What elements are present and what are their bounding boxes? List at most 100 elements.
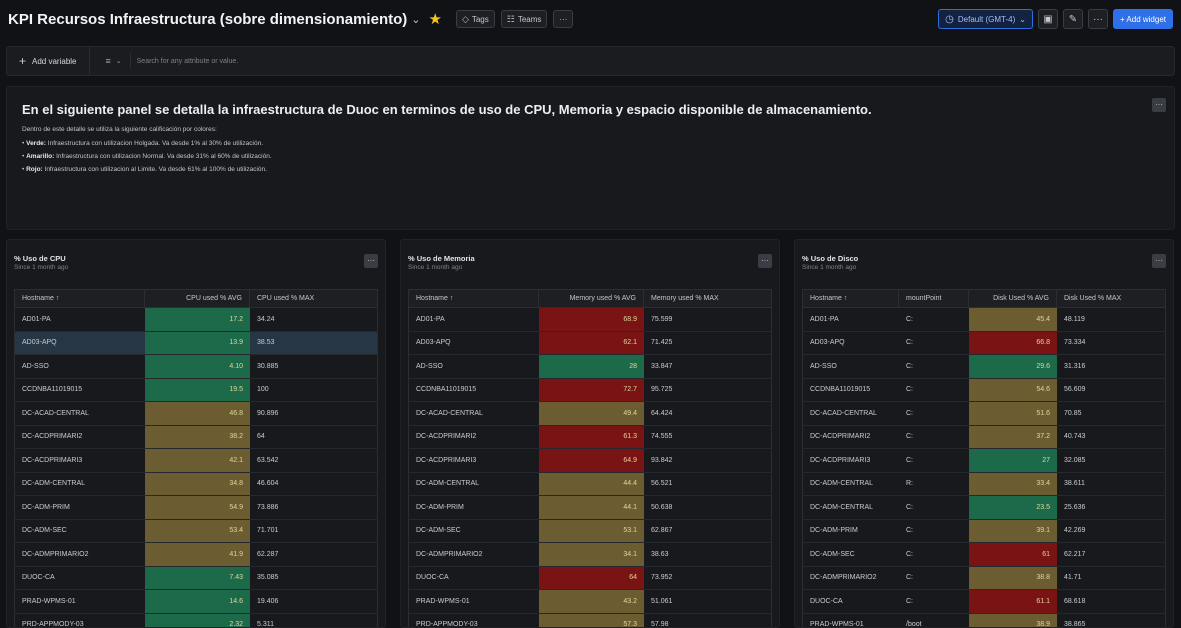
table-row[interactable]: DC-ADMPRIMARIO2 C: 38.8 41.71 — [802, 566, 1166, 590]
cell-avg-green: 19.5 — [145, 378, 250, 401]
cell-avg-amber: 37.2 — [969, 425, 1057, 448]
table-row[interactable]: PRAD-WPMS-01 43.2 51.061 — [408, 590, 772, 614]
table-row[interactable]: DC-ADM-PRIM 44.1 50.638 — [408, 496, 772, 520]
info-item-green: • Verde: Infraestructura con utilizacion… — [22, 140, 264, 147]
info-item-text: Infraestructura con utilizacion Holgada.… — [47, 140, 264, 147]
panel-menu-button[interactable]: ··· — [1152, 254, 1166, 268]
info-panel-menu-button[interactable]: ··· — [1152, 98, 1166, 112]
cell-avg-red: 61.1 — [969, 590, 1057, 613]
header-more-button[interactable]: ··· — [553, 10, 574, 28]
title-chevron-down-icon[interactable]: ⌄ — [411, 13, 420, 26]
column-header-max[interactable]: Memory used % MAX — [644, 290, 771, 307]
memory-usage-panel: % Uso de Memoria Since 1 month ago ··· H… — [400, 239, 780, 628]
info-intro: Dentro de este detalle se utiliza la sig… — [22, 126, 217, 133]
table-row[interactable]: DC-ACDPRIMARI2 C: 37.2 40.743 — [802, 425, 1166, 449]
table-row[interactable]: DC-ACDPRIMARI2 61.3 74.555 — [408, 425, 772, 449]
table-row[interactable]: DC-ACAD-CENTRAL 49.4 64.424 — [408, 402, 772, 426]
cell-avg-red: 72.7 — [539, 378, 644, 401]
timezone-selector[interactable]: ◷ Default (GMT-4) ⌄ — [938, 9, 1033, 29]
column-header-avg[interactable]: Memory used % AVG — [539, 290, 644, 307]
filter-icon: ≡ — [105, 55, 111, 66]
tv-mode-button[interactable]: ▣ — [1037, 9, 1058, 29]
table-row[interactable]: CCDNBA11019015 19.5 100 — [14, 378, 378, 402]
cell-hostname: CCDNBA11019015 — [416, 386, 477, 394]
table-row[interactable]: PRD-APPMODY-03 2.32 5.311 — [14, 613, 378, 627]
pencil-icon: ✎ — [1068, 13, 1078, 25]
table-row[interactable]: DC-ADMPRIMARIO2 41.9 62.287 — [14, 543, 378, 567]
table-body: AD01-PA 68.9 75.599 AD03-APQ 62.1 71.425 AD-SS… — [408, 308, 772, 627]
table-row[interactable]: AD01-PA 68.9 75.599 — [408, 308, 772, 332]
table-row[interactable]: DC-ACDPRIMARI3 C: 27 32.085 — [802, 449, 1166, 473]
table-row[interactable]: DC-ADM-SEC 53.4 71.701 — [14, 519, 378, 543]
table-row[interactable]: AD01-PA 17.2 34.24 — [14, 308, 378, 332]
dashboard-title[interactable]: KPI Recursos Infraestructura (sobre dime… — [8, 11, 407, 28]
table-row[interactable]: PRAD-WPMS-01/boot 38.9 38.865 — [802, 613, 1166, 627]
column-header-avg[interactable]: Disk Used % AVG — [969, 290, 1057, 307]
column-header-mountpoint[interactable]: mountPoint — [899, 290, 969, 307]
more-icon: ··· — [1155, 100, 1163, 109]
table-row[interactable]: AD03-APQ C: 66.8 73.334 — [802, 331, 1166, 355]
column-header-max[interactable]: CPU used % MAX — [250, 290, 377, 307]
table-row[interactable]: DC-ACAD-CENTRAL 46.8 90.896 — [14, 402, 378, 426]
panel-menu-button[interactable]: ··· — [364, 254, 378, 268]
edit-button[interactable]: ✎ — [1062, 9, 1083, 29]
cell-avg-amber: 51.6 — [969, 402, 1057, 425]
cell-max: 38.63 — [651, 550, 669, 558]
panel-menu-button[interactable]: ··· — [758, 254, 772, 268]
info-item-label: Amarillo: — [26, 153, 55, 160]
cell-max: 33.847 — [651, 362, 673, 370]
table-row[interactable]: PRAD-WPMS-01 14.6 19.406 — [14, 590, 378, 614]
table-row[interactable]: AD03-APQ 62.1 71.425 — [408, 331, 772, 355]
cpu-table: Hostname ↑ CPU used % AVG CPU used % MAX… — [14, 289, 378, 627]
table-row[interactable]: DUOC-CA 64 73.952 — [408, 566, 772, 590]
info-item-label: Verde: — [26, 140, 46, 147]
table-row[interactable]: DUOC-CA 7.43 35.085 — [14, 566, 378, 590]
table-row[interactable]: CCDNBA11019015 72.7 95.725 — [408, 378, 772, 402]
column-header-hostname[interactable]: Hostname ↑ — [803, 290, 899, 307]
table-row[interactable]: DC-ACDPRIMARI3 42.1 63.542 — [14, 449, 378, 473]
filter-dropdown[interactable]: ≡ ⌄ — [90, 52, 131, 70]
table-row[interactable]: DC-ACDPRIMARI2 38.2 64 — [14, 425, 378, 449]
cell-mountpoint: C: — [906, 527, 913, 535]
favorite-star-icon[interactable]: ★ — [428, 10, 441, 28]
table-row[interactable]: DC-ADM-CENTRAL 34.8 46.604 — [14, 472, 378, 496]
table-body: AD01-PA 17.2 34.24 AD03-APQ 13.9 38.53 AD-SSO 4… — [14, 308, 378, 627]
table-row[interactable]: DC-ADM-CENTRAL R: 33.4 38.611 — [802, 472, 1166, 496]
cell-avg-amber: 44.1 — [539, 496, 644, 519]
table-row[interactable]: DC-ACAD-CENTRAL C: 51.6 70.85 — [802, 402, 1166, 426]
cell-hostname: DC-ADMPRIMARIO2 — [22, 550, 89, 558]
column-header-avg[interactable]: CPU used % AVG — [145, 290, 250, 307]
table-row[interactable]: AD-SSO C: 29.6 31.316 — [802, 355, 1166, 379]
table-row[interactable]: AD01-PA C: 45.4 48.119 — [802, 308, 1166, 332]
dashboard-more-button[interactable]: ··· — [1087, 9, 1108, 29]
add-widget-button[interactable]: + Add widget — [1112, 9, 1173, 29]
table-row[interactable]: AD03-APQ 13.9 38.53 — [14, 331, 378, 355]
timezone-chevron-icon: ⌄ — [1019, 14, 1026, 24]
cell-max: 90.896 — [257, 409, 279, 417]
search-input[interactable]: Search for any attribute or value. — [137, 58, 239, 65]
table-row[interactable]: DC-ADM-CENTRAL C: 23.5 25.636 — [802, 496, 1166, 520]
table-row[interactable]: DC-ADM-PRIM C: 39.1 42.269 — [802, 519, 1166, 543]
add-variable-label: Add variable — [32, 56, 77, 66]
cell-hostname: DC-ADMPRIMARIO2 — [810, 574, 877, 582]
table-row[interactable]: PRD-APPMODY-03 57.3 57.98 — [408, 613, 772, 627]
column-header-max[interactable]: Disk Used % MAX — [1057, 290, 1165, 307]
teams-button[interactable]: ☷ Teams — [500, 10, 548, 28]
table-row[interactable]: DC-ADMPRIMARIO2 34.1 38.63 — [408, 543, 772, 567]
column-header-hostname[interactable]: Hostname ↑ — [409, 290, 539, 307]
table-row[interactable]: CCDNBA11019015 C: 54.6 56.609 — [802, 378, 1166, 402]
table-row[interactable]: DC-ADM-SEC 53.1 62.867 — [408, 519, 772, 543]
column-header-hostname[interactable]: Hostname ↑ — [15, 290, 145, 307]
table-row[interactable]: DUOC-CA C: 61.1 68.618 — [802, 590, 1166, 614]
table-row[interactable]: AD-SSO 4.10 30.885 — [14, 355, 378, 379]
cell-max: 34.24 — [257, 315, 275, 323]
tags-button[interactable]: ◇ Tags — [455, 10, 495, 28]
table-row[interactable]: DC-ADM-SEC C: 61 62.217 — [802, 543, 1166, 567]
add-variable-button[interactable]: + Add variable — [7, 47, 90, 75]
table-row[interactable]: DC-ADM-CENTRAL 44.4 56.521 — [408, 472, 772, 496]
cell-avg-amber: 38.9 — [969, 613, 1057, 627]
table-row[interactable]: AD-SSO 28 33.847 — [408, 355, 772, 379]
cell-avg-amber: 38.2 — [145, 425, 250, 448]
table-row[interactable]: DC-ADM-PRIM 54.9 73.886 — [14, 496, 378, 520]
table-row[interactable]: DC-ACDPRIMARI3 64.9 93.842 — [408, 449, 772, 473]
